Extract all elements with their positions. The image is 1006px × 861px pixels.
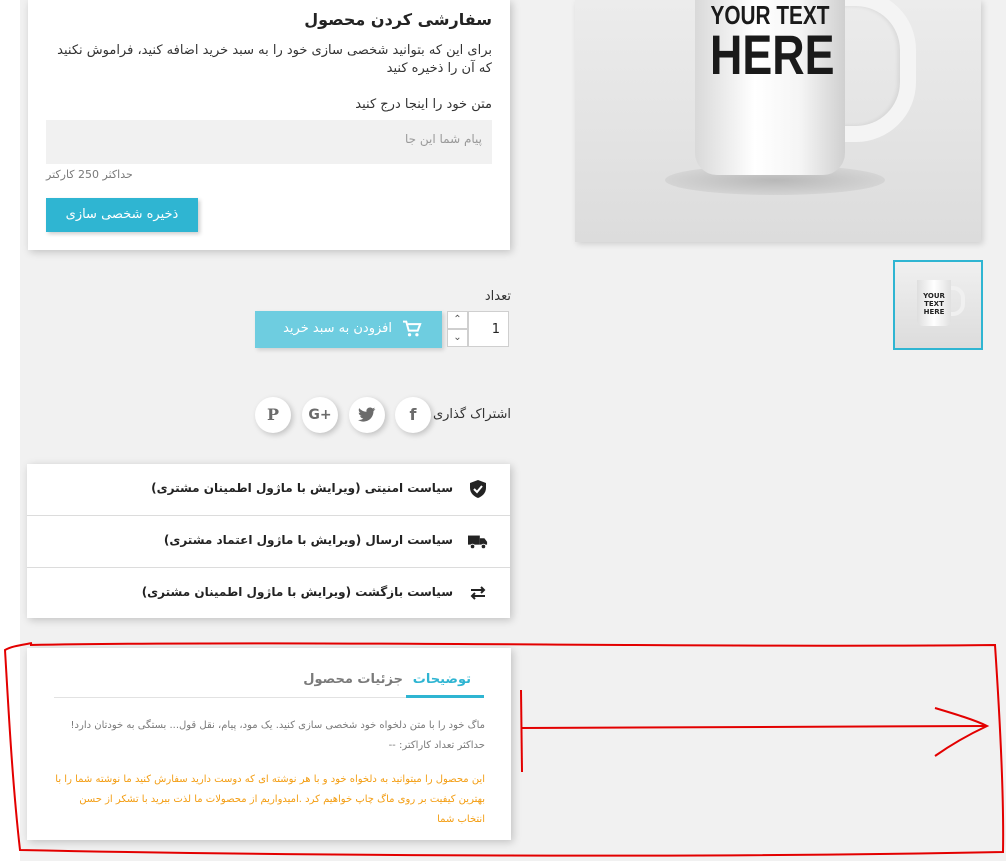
tab-product-details[interactable]: جزئیات محصول [303,672,403,687]
add-to-cart-label: افزودن به سبد خرید [283,321,392,336]
save-customization-button[interactable]: ذخیره شخصی سازی [46,198,198,232]
product-customization-card: سفارشی کردن محصول برای این که بتوانید شخ… [28,0,510,250]
reassurance-text-return: سیاست بازگشت (ویرایش با ماژول اطمینان مش… [141,585,453,599]
customization-title: سفارشی کردن محصول [304,10,492,29]
customization-field-label: متن خود را اینجا درج کنید [355,97,492,112]
reassurance-item-shipping: سیاست ارسال (ویرایش با ماژول اعتماد مشتر… [27,516,510,568]
reassurance-item-return: سیاست بازگشت (ویرایش با ماژول اطمینان مش… [27,568,510,619]
customization-placeholder: پیام شما این جا [404,132,482,146]
shield-check-icon [470,480,486,498]
quantity-input[interactable]: 1 [468,311,509,347]
max-chars-hint: حداکثر 250 کارکتر [46,168,133,181]
swap-arrows-icon [470,586,486,600]
reassurance-text-shipping: سیاست ارسال (ویرایش با ماژول اعتماد مشتر… [163,533,453,547]
thumb-mug-text: YOUR TEXT HERE [923,292,945,316]
chevron-down-icon: ⌄ [453,332,462,343]
twitter-icon [358,407,376,422]
cart-icon [403,320,422,337]
google-plus-share-button[interactable]: G+ [302,397,338,433]
twitter-share-button[interactable] [349,397,385,433]
truck-icon [468,535,488,550]
tab-description[interactable]: توضیحات [413,672,471,687]
quantity-decrement-button[interactable]: ⌄ [447,329,468,347]
reassurance-item-security: سیاست امنیتی (ویرایش با ماژول اطمینان مش… [27,464,510,516]
mug-text-line2: HERE [710,23,835,86]
description-paragraph-2: این محصول را میتوانید به دلخواه خود و با… [55,774,485,825]
quantity-increment-button[interactable]: ⌃ [447,311,468,329]
reassurance-block: سیاست امنیتی (ویرایش با ماژول اطمینان مش… [27,464,510,618]
product-thumbnail[interactable]: YOUR TEXT HERE [893,260,983,350]
pinterest-share-button[interactable]: P [255,397,291,433]
facebook-icon: f [409,405,417,424]
product-tabs-card: توضیحات جزئیات محصول ماگ خود را با متن د… [27,648,511,840]
quantity-label: تعداد [484,289,511,304]
pinterest-icon: P [266,405,280,424]
description-paragraph-1: ماگ خود را با متن دلخواه خود شخصی سازی ک… [70,720,485,751]
chevron-up-icon: ⌃ [453,314,462,325]
share-label: اشتراک گذاری [432,407,511,422]
customization-text-input[interactable]: پیام شما این جا [46,120,492,164]
customization-description: برای این که بتوانید شخصی سازی خود را به … [57,43,492,76]
facebook-share-button[interactable]: f [395,397,431,433]
thumb-mug-handle [949,286,965,316]
add-to-cart-button[interactable]: افزودن به سبد خرید [255,311,442,348]
reassurance-text-security: سیاست امنیتی (ویرایش با ماژول اطمینان مش… [151,481,453,495]
active-tab-indicator [406,695,484,698]
google-plus-icon: G+ [308,407,332,423]
product-cover-image[interactable]: YOUR TEXT HERE [575,0,981,242]
